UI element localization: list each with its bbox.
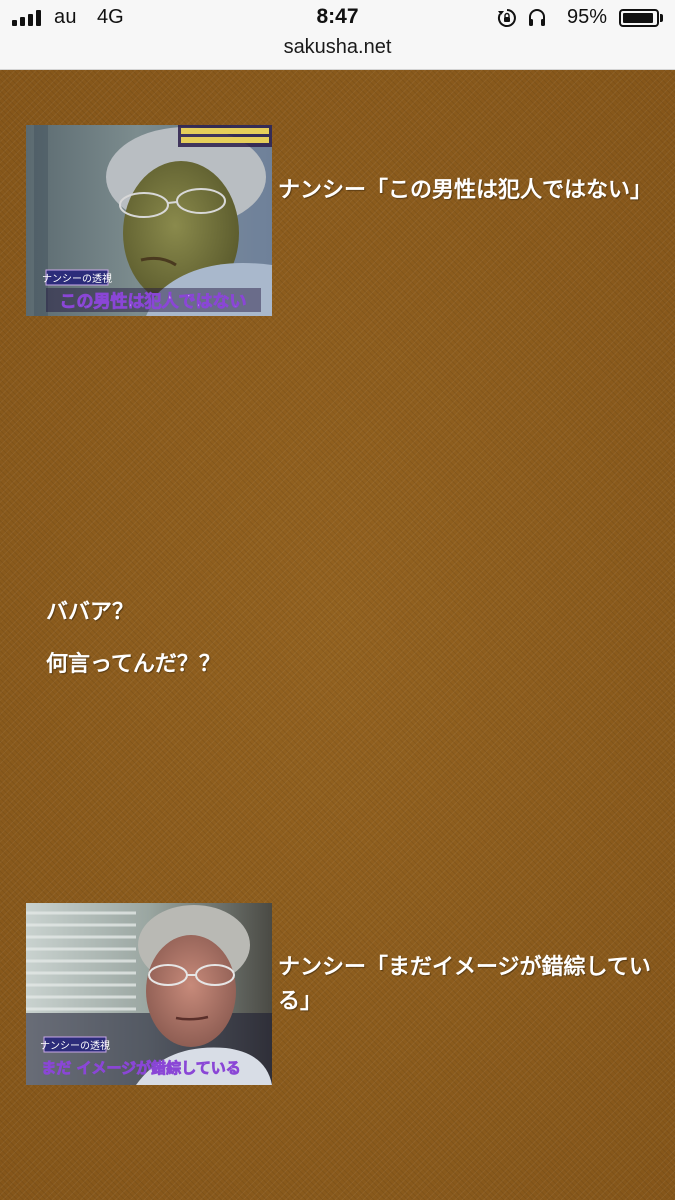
tv-subtitle-text: この男性は犯人ではない: [60, 291, 247, 312]
rotation-lock-icon: [497, 9, 516, 27]
article-body: ナンシーの透視 この男性は犯人ではない ナンシー「この男性は犯人ではない」 ババ…: [0, 70, 675, 1200]
comment-text: ババア？: [46, 599, 135, 625]
photo-caption: ナンシー「この男性は犯人ではない」: [278, 177, 653, 203]
headphone-icon: [529, 9, 545, 26]
battery-cap: [660, 14, 663, 22]
url-bar[interactable]: sakusha.net: [0, 36, 675, 59]
comment-text: 何言ってんだ？？: [46, 651, 221, 677]
tv-subtitle-text: まだ イメージが錯綜している: [41, 1059, 240, 1077]
photo-caption: ナンシー「まだイメージが錯綜している」: [278, 954, 651, 1014]
tv-screenshot-image: ナンシーの透視 まだ イメージが錯綜している: [26, 903, 272, 1085]
tv-label-text: ナンシーの透視: [40, 1039, 110, 1052]
tv-label-text: ナンシーの透視: [42, 272, 112, 285]
battery-percent: 95%: [567, 6, 608, 28]
tv-screenshot-image: ナンシーの透視 この男性は犯人ではない: [26, 125, 272, 316]
battery-icon: [619, 9, 659, 27]
battery-level-fill: [623, 13, 654, 23]
status-bar: au 4G 8:47 95% sakusha.net: [0, 0, 675, 70]
